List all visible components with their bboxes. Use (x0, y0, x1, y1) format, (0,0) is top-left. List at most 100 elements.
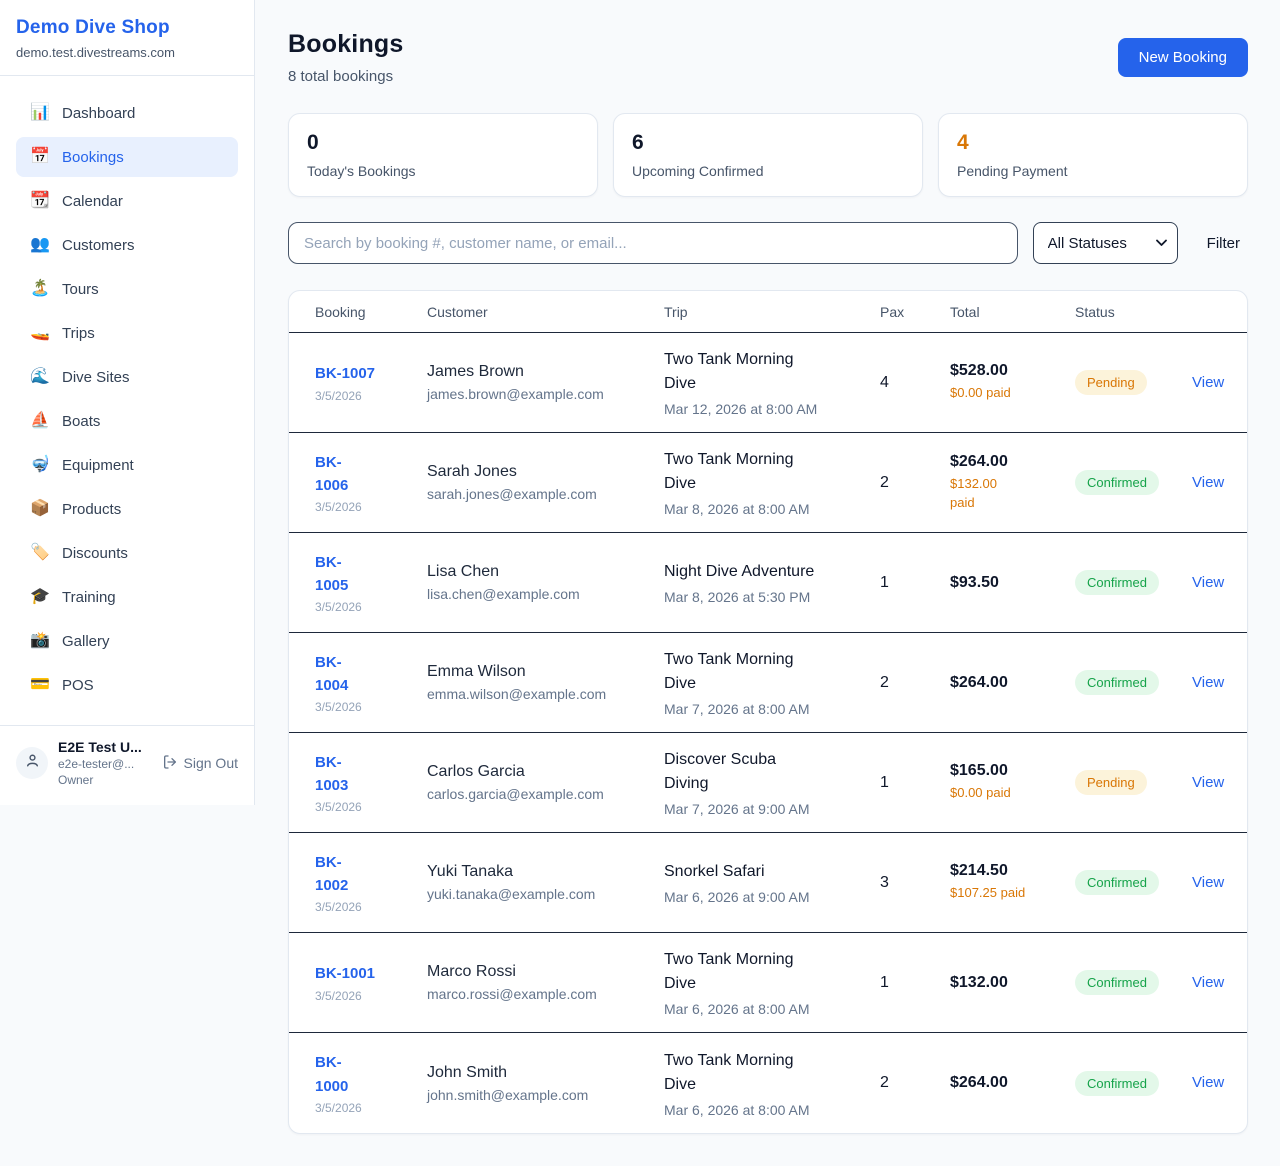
sidebar-item-label: Trips (62, 325, 95, 342)
sidebar-item-label: Calendar (62, 193, 123, 210)
trip-cell: Night Dive Adventure Mar 8, 2026 at 5:30… (664, 560, 880, 605)
booking-id-link[interactable]: BK- 1006 (315, 451, 427, 498)
status-badge: Pending (1075, 370, 1147, 395)
sidebar-item-gallery[interactable]: 📸 Gallery (16, 621, 238, 661)
total-cell: $214.50 $107.25 paid (950, 862, 1075, 903)
status-cell: Confirmed (1075, 970, 1192, 995)
calendar-icon: 📆 (30, 193, 50, 209)
sign-out-icon (162, 754, 178, 773)
sidebar-item-dashboard[interactable]: 📊 Dashboard (16, 93, 238, 133)
pax-value: 1 (880, 574, 950, 592)
stat-card-pending-payment: 4Pending Payment (938, 113, 1248, 197)
booking-id-link[interactable]: BK-1007 (315, 362, 427, 385)
customer-email: yuki.tanaka@example.com (427, 886, 664, 902)
stat-value: 4 (957, 131, 1229, 155)
table-row: BK- 1000 3/5/2026 John Smith john.smith@… (289, 1033, 1247, 1133)
trip-name: Two Tank Morning Dive (664, 348, 880, 396)
trip-time: Mar 7, 2026 at 8:00 AM (664, 701, 880, 717)
status-badge: Pending (1075, 770, 1147, 795)
main-content: Bookings 8 total bookings New Booking 0T… (256, 0, 1280, 1166)
booking-id-link[interactable]: BK- 1003 (315, 751, 427, 798)
view-link[interactable]: View (1192, 374, 1224, 391)
view-link[interactable]: View (1192, 674, 1224, 691)
sign-out-button[interactable]: Sign Out (162, 754, 238, 773)
total-cell: $165.00 $0.00 paid (950, 762, 1075, 803)
customer-name: Emma Wilson (427, 663, 664, 681)
sidebar-item-products[interactable]: 📦 Products (16, 489, 238, 529)
sidebar-item-label: Training (62, 589, 116, 606)
trip-cell: Two Tank Morning Dive Mar 7, 2026 at 8:0… (664, 648, 880, 717)
trip-time: Mar 6, 2026 at 8:00 AM (664, 1102, 880, 1118)
view-link[interactable]: View (1192, 874, 1224, 891)
sidebar-item-bookings[interactable]: 📅 Bookings (16, 137, 238, 177)
booking-cell: BK- 1006 3/5/2026 (315, 451, 427, 515)
table-body: BK-1007 3/5/2026 James Brown james.brown… (289, 333, 1247, 1133)
stat-label: Upcoming Confirmed (632, 163, 904, 179)
pax-value: 2 (880, 474, 950, 492)
stat-card-upcoming-confirmed: 6Upcoming Confirmed (613, 113, 923, 197)
search-input[interactable] (288, 222, 1018, 264)
trip-name: Two Tank Morning Dive (664, 1049, 880, 1097)
new-booking-button[interactable]: New Booking (1118, 38, 1248, 77)
trip-cell: Two Tank Morning Dive Mar 8, 2026 at 8:0… (664, 448, 880, 517)
sidebar-item-boats[interactable]: ⛵ Boats (16, 401, 238, 441)
view-link[interactable]: View (1192, 774, 1224, 791)
sidebar-item-pos[interactable]: 💳 POS (16, 665, 238, 705)
user-name: E2E Test U... (58, 739, 152, 755)
filter-button[interactable]: Filter (1193, 235, 1248, 252)
booking-id-link[interactable]: BK-1001 (315, 962, 427, 985)
trip-time: Mar 7, 2026 at 9:00 AM (664, 801, 880, 817)
status-badge: Confirmed (1075, 970, 1159, 995)
customer-email: marco.rossi@example.com (427, 986, 664, 1002)
customer-name: Yuki Tanaka (427, 863, 664, 881)
paid-amount: $132.00 paid (950, 475, 1075, 513)
status-badge: Confirmed (1075, 1071, 1159, 1096)
table-row: BK- 1004 3/5/2026 Emma Wilson emma.wilso… (289, 633, 1247, 733)
customer-email: sarah.jones@example.com (427, 486, 664, 502)
customer-name: Lisa Chen (427, 563, 664, 581)
sidebar-item-training[interactable]: 🎓 Training (16, 577, 238, 617)
status-cell: Confirmed (1075, 1071, 1192, 1096)
status-filter-select[interactable]: All Statuses (1033, 222, 1178, 264)
sidebar-item-dive-sites[interactable]: 🌊 Dive Sites (16, 357, 238, 397)
customer-email: emma.wilson@example.com (427, 686, 664, 702)
trip-cell: Two Tank Morning Dive Mar 6, 2026 at 8:0… (664, 948, 880, 1017)
trip-time: Mar 6, 2026 at 9:00 AM (664, 889, 880, 905)
training-icon: 🎓 (30, 589, 50, 605)
products-icon: 📦 (30, 501, 50, 517)
view-link[interactable]: View (1192, 474, 1224, 491)
sidebar-item-tours[interactable]: 🏝️ Tours (16, 269, 238, 309)
sidebar-item-label: POS (62, 677, 94, 694)
view-link[interactable]: View (1192, 974, 1224, 991)
table-row: BK- 1005 3/5/2026 Lisa Chen lisa.chen@ex… (289, 533, 1247, 633)
sign-out-label: Sign Out (184, 755, 238, 771)
page-header-text: Bookings 8 total bookings (288, 30, 404, 85)
sidebar-item-discounts[interactable]: 🏷️ Discounts (16, 533, 238, 573)
sidebar-item-trips[interactable]: 🚤 Trips (16, 313, 238, 353)
customer-name: Sarah Jones (427, 463, 664, 481)
view-link[interactable]: View (1192, 574, 1224, 591)
pax-value: 2 (880, 674, 950, 692)
view-link[interactable]: View (1192, 1074, 1224, 1091)
sidebar-item-customers[interactable]: 👥 Customers (16, 225, 238, 265)
sidebar-item-calendar[interactable]: 📆 Calendar (16, 181, 238, 221)
trip-time: Mar 12, 2026 at 8:00 AM (664, 401, 880, 417)
customer-email: james.brown@example.com (427, 386, 664, 402)
booking-id-link[interactable]: BK- 1005 (315, 551, 427, 598)
total-cell: $264.00 (950, 1074, 1075, 1092)
booking-id-link[interactable]: BK- 1004 (315, 651, 427, 698)
avatar (16, 747, 48, 779)
sidebar-item-equipment[interactable]: 🤿 Equipment (16, 445, 238, 485)
customer-name: Carlos Garcia (427, 763, 664, 781)
status-cell: Pending (1075, 770, 1192, 795)
gallery-icon: 📸 (30, 633, 50, 649)
booking-id-link[interactable]: BK- 1002 (315, 851, 427, 898)
action-cell: View (1192, 674, 1224, 692)
customer-cell: John Smith john.smith@example.com (427, 1064, 664, 1103)
booking-id-link[interactable]: BK- 1000 (315, 1051, 427, 1098)
customer-name: Marco Rossi (427, 963, 664, 981)
trip-time: Mar 6, 2026 at 8:00 AM (664, 1001, 880, 1017)
filter-row: All Statuses Filter (288, 222, 1248, 264)
trip-time: Mar 8, 2026 at 8:00 AM (664, 501, 880, 517)
booking-cell: BK- 1005 3/5/2026 (315, 551, 427, 615)
